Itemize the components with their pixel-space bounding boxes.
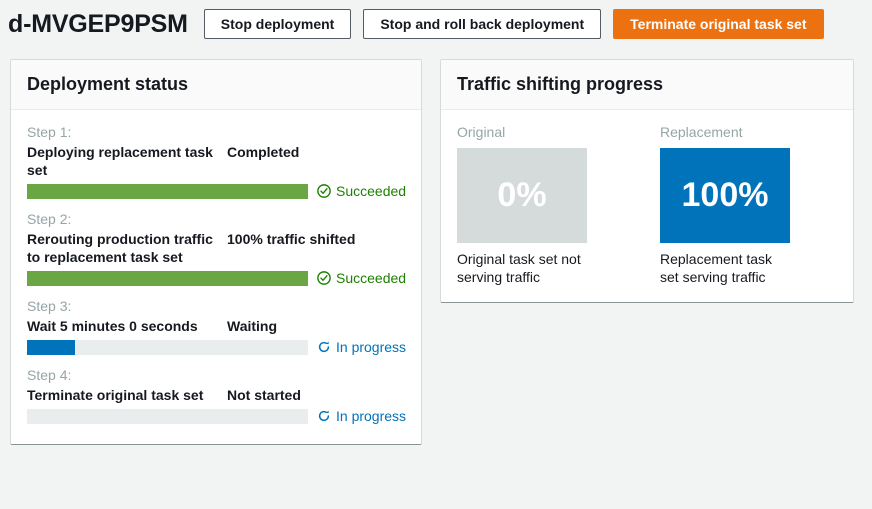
spinner-icon (317, 409, 331, 423)
traffic-shifting-title: Traffic shifting progress (457, 74, 837, 95)
step-description: Terminate original task set (27, 386, 217, 404)
step-status-text: In progress (336, 339, 406, 355)
traffic-shifting-column: Traffic shifting progress Original 0% Or… (440, 59, 854, 303)
step-label: Step 2: (27, 211, 405, 227)
deployment-status-column: Deployment status Step 1: Deploying repl… (10, 59, 422, 445)
step-description: Rerouting production traffic to replacem… (27, 230, 217, 266)
traffic-original: Original 0% Original task set not servin… (457, 124, 587, 286)
traffic-shifting-panel-header: Traffic shifting progress (441, 60, 853, 110)
content-area: Deployment status Step 1: Deploying repl… (0, 48, 872, 445)
page-title: d-MVGEP9PSM (8, 10, 188, 39)
step-description: Deploying replacement task set (27, 143, 217, 179)
traffic-shifting-panel: Traffic shifting progress Original 0% Or… (440, 59, 854, 303)
deployment-step: Step 2: Rerouting production traffic to … (27, 211, 405, 286)
step-progress-bar (27, 184, 308, 199)
traffic-shifting-panel-body: Original 0% Original task set not servin… (441, 110, 853, 302)
step-progress-bar (27, 340, 308, 355)
step-progress-fill (27, 184, 308, 199)
step-progress-fill (27, 340, 75, 355)
traffic-percentage-box: 100% (660, 148, 790, 243)
step-status: In progress (317, 339, 406, 355)
deployment-status-panel-body: Step 1: Deploying replacement task set C… (11, 110, 421, 444)
step-state: Completed (227, 143, 299, 161)
step-progress-bar (27, 271, 308, 286)
deployment-status-title: Deployment status (27, 74, 405, 95)
step-state: 100% traffic shifted (227, 230, 355, 248)
step-status-text: In progress (336, 408, 406, 424)
traffic-caption: Original task set not serving traffic (457, 250, 587, 286)
traffic-caption: Replacement task set serving traffic (660, 250, 790, 286)
step-status: Succeeded (317, 270, 406, 286)
step-label: Step 4: (27, 367, 405, 383)
terminate-original-task-set-button[interactable]: Terminate original task set (613, 9, 823, 39)
deployment-step: Step 1: Deploying replacement task set C… (27, 124, 405, 199)
deployment-step: Step 3: Wait 5 minutes 0 seconds Waiting (27, 298, 405, 355)
deployment-step: Step 4: Terminate original task set Not … (27, 367, 405, 424)
step-label: Step 3: (27, 298, 405, 314)
step-progress-bar (27, 409, 308, 424)
stop-deployment-button[interactable]: Stop deployment (204, 9, 352, 39)
check-circle-icon (317, 184, 331, 198)
spinner-icon (317, 340, 331, 354)
step-label: Step 1: (27, 124, 405, 140)
check-circle-icon (317, 271, 331, 285)
page-header: d-MVGEP9PSM Stop deployment Stop and rol… (0, 0, 872, 48)
deployment-status-panel-header: Deployment status (11, 60, 421, 110)
deployment-status-panel: Deployment status Step 1: Deploying repl… (10, 59, 422, 445)
traffic-heading: Original (457, 124, 587, 140)
traffic-percentage-box: 0% (457, 148, 587, 243)
step-description: Wait 5 minutes 0 seconds (27, 317, 217, 335)
step-progress-fill (27, 271, 308, 286)
step-status-text: Succeeded (336, 270, 406, 286)
stop-and-roll-back-deployment-button[interactable]: Stop and roll back deployment (363, 9, 601, 39)
traffic-replacement: Replacement 100% Replacement task set se… (660, 124, 790, 286)
step-state: Waiting (227, 317, 277, 335)
step-status: Succeeded (317, 183, 406, 199)
step-state: Not started (227, 386, 301, 404)
step-status: In progress (317, 408, 406, 424)
traffic-heading: Replacement (660, 124, 790, 140)
step-status-text: Succeeded (336, 183, 406, 199)
